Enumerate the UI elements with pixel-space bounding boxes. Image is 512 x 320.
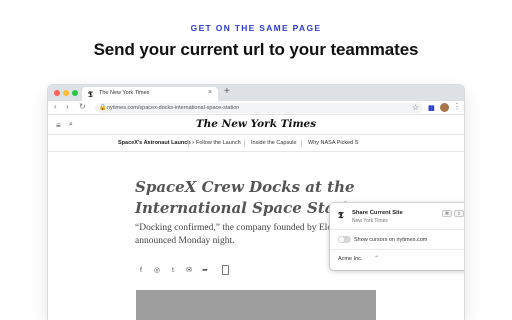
promo-eyebrow: GET ON THE SAME PAGE [190,23,322,33]
nav-divider [48,134,464,135]
section-separator [188,140,189,147]
minimize-window-dot[interactable] [63,90,69,96]
section-nav-item[interactable]: SpaceX's Astronaut Launch › [118,140,194,146]
site-masthead[interactable]: The New York Times [48,118,464,130]
promo-headline: Send your current url to your teammates [93,40,419,59]
tab-strip: 𝕿 The New York Times × + [48,85,464,101]
browser-toolbar: ‹ › ↻ 🔒 nytimes.com/spacex-docks-interna… [48,101,464,115]
shortcut-key: ⌘ [442,210,452,217]
section-separator [244,140,245,147]
close-tab-icon[interactable]: × [208,89,212,96]
maximize-window-dot[interactable] [72,90,78,96]
profile-avatar[interactable] [440,103,449,112]
popup-divider [330,229,464,230]
extension-icon[interactable]: ▮▮ [428,104,435,112]
lock-icon: 🔒 [99,105,107,111]
tab-nytimes[interactable]: 𝕿 The New York Times × [82,87,218,101]
show-cursors-label: Show cursors on nytimes.com [354,237,428,243]
share-current-site-button[interactable]: Share Current Site [352,210,403,216]
site-name: New York Times [352,218,388,224]
twitter-icon[interactable]: t [168,266,178,276]
shortcut-key: ⇧ [454,210,464,217]
whatsapp-icon[interactable]: ◎ [152,266,162,276]
facebook-icon[interactable]: f [136,266,146,276]
browser-menu-icon[interactable]: ⋮ [453,102,461,111]
show-cursors-toggle[interactable] [338,236,351,243]
section-nav-item[interactable]: Follow the Launch [196,140,241,146]
tab-title: The New York Times [99,90,150,96]
bookmark-star-icon[interactable]: ☆ [412,103,419,112]
share-extension-popup: 𝕿 Share Current Site New York Times ⌘ ⇧ … [330,203,464,270]
article-hero-image [136,290,376,320]
organization-selector[interactable]: Acme Inc. [338,256,362,262]
reload-icon[interactable]: ↻ [79,102,86,111]
save-article-icon[interactable] [222,265,229,275]
popup-divider [330,249,464,250]
section-nav-item[interactable]: Inside the Capsule [251,140,297,146]
browser-window: 𝕿 The New York Times × + ‹ › ↻ 🔒 nytimes… [48,85,464,320]
section-nav-item[interactable]: Why NASA Picked S [308,140,358,146]
address-url[interactable]: nytimes.com/spacex-docks-international-s… [107,105,239,111]
toggle-knob [339,237,344,242]
share-arrow-icon[interactable]: ➦ [200,266,210,276]
forward-icon[interactable]: › [66,102,69,111]
address-bar[interactable]: 🔒 nytimes.com/spacex-docks-international… [95,103,423,113]
email-icon[interactable]: ✉ [184,266,194,276]
back-icon[interactable]: ‹ [54,102,57,111]
chevron-updown-icon[interactable]: ⌃ [374,255,379,262]
nyt-logo-icon: 𝕿 [338,211,344,221]
section-separator [301,140,302,147]
close-window-dot[interactable] [54,90,60,96]
nav-divider [48,151,464,152]
new-tab-button[interactable]: + [224,86,230,97]
nyt-favicon-icon: 𝕿 [88,89,93,99]
